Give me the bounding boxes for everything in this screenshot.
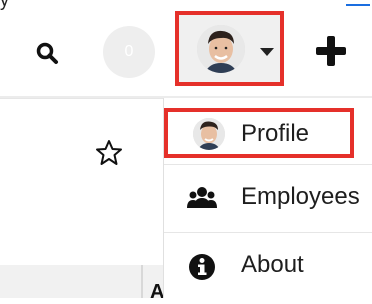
table-header-strip: A [0,265,164,303]
plus-icon[interactable] [314,34,348,68]
star-icon[interactable] [94,138,124,168]
search-button[interactable] [30,36,64,70]
info-icon [189,254,215,280]
caret-down-icon [260,48,274,56]
notification-count-badge[interactable]: 0 [103,26,155,78]
menu-item-employees[interactable]: Employees [164,164,372,232]
user-dropdown-menu: Profile Employees About [163,98,372,298]
user-menu-button[interactable] [175,11,284,86]
clipped-top-text: y [0,0,9,10]
menu-item-label: About [241,251,304,278]
menu-item-profile[interactable]: Profile [164,98,372,166]
content-divider [0,98,163,99]
clipped-top-link[interactable] [346,0,370,6]
profile-avatar-icon [193,118,225,150]
avatar [197,25,245,73]
menu-item-about[interactable]: About [164,232,372,300]
menu-item-label: Employees [241,183,360,210]
menu-item-label: Profile [241,120,310,147]
search-icon [36,42,58,64]
column-divider[interactable] [141,265,143,298]
profile-highlight[interactable]: Profile [164,108,354,158]
users-icon [187,187,217,208]
